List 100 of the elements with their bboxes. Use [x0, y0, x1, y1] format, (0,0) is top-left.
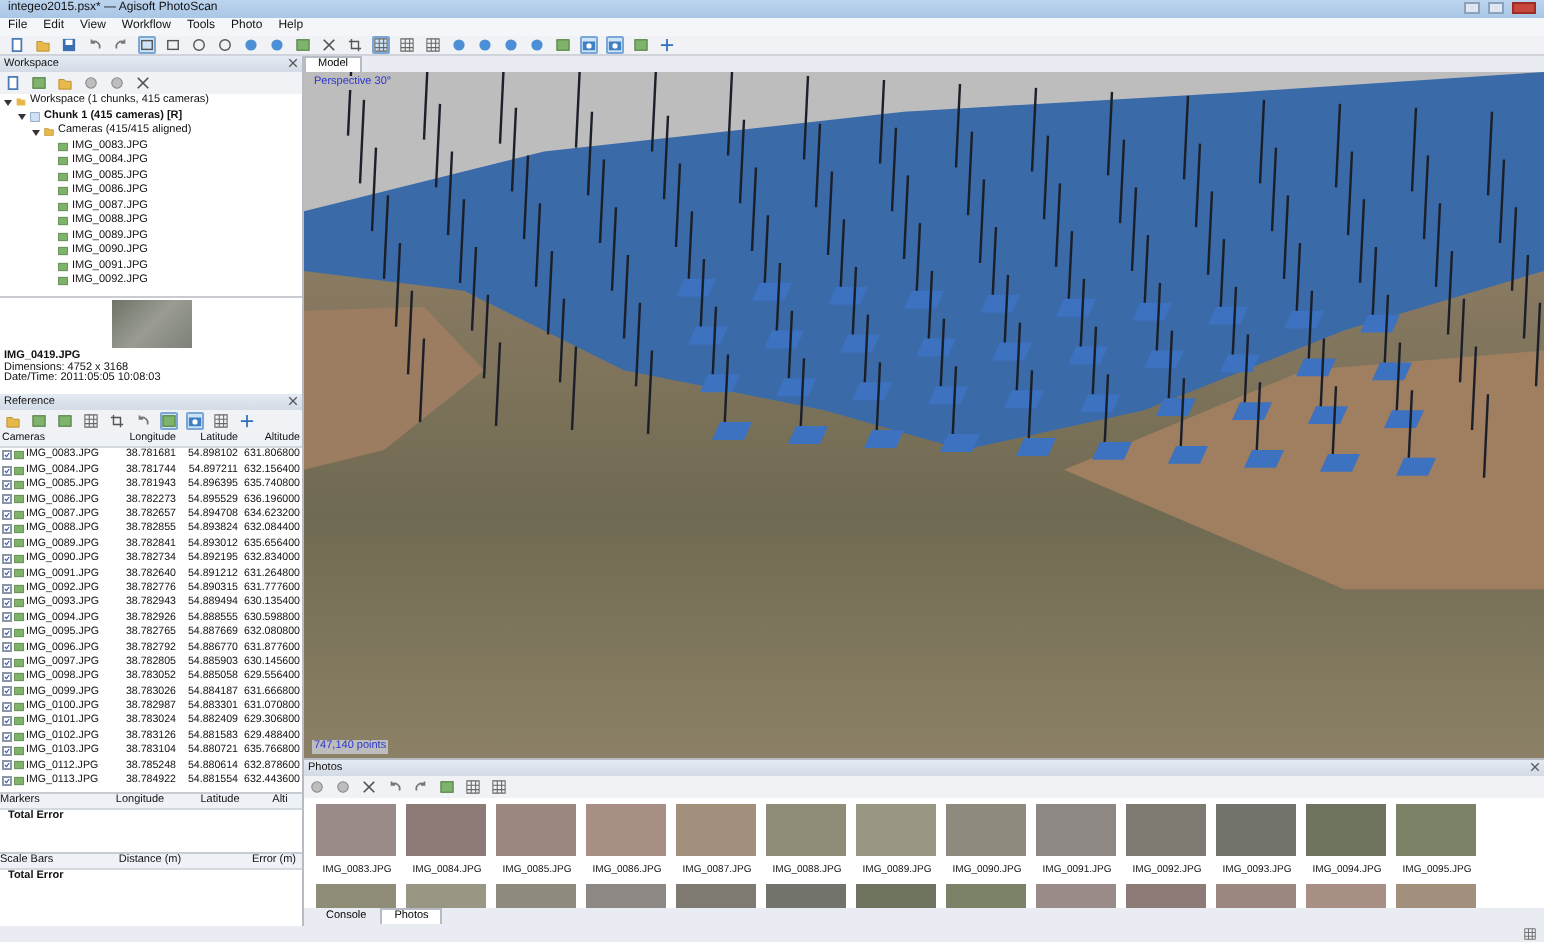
- toolbar-button[interactable]: [450, 35, 468, 54]
- toolbar-button[interactable]: [476, 35, 494, 54]
- toolbar-button[interactable]: [268, 35, 286, 54]
- photo-placeholder: [111, 299, 191, 348]
- toolbar-button[interactable]: [212, 411, 230, 430]
- folder-icon: [16, 96, 26, 107]
- toolbar-button[interactable]: [658, 35, 676, 54]
- checkbox[interactable]: [2, 716, 12, 727]
- camera-icon: [608, 37, 622, 52]
- toolbar-button[interactable]: [294, 35, 312, 54]
- checkbox[interactable]: [2, 538, 12, 549]
- toolbar-button[interactable]: [190, 35, 208, 54]
- checkbox[interactable]: [2, 657, 12, 668]
- checkbox[interactable]: [2, 731, 12, 742]
- checkbox[interactable]: [2, 701, 12, 712]
- toolbar-button[interactable]: [4, 73, 22, 92]
- toolbar-button[interactable]: [30, 411, 48, 430]
- toolbar-button[interactable]: [134, 73, 152, 92]
- checkbox[interactable]: [2, 568, 12, 579]
- toolbar-button[interactable]: [82, 411, 100, 430]
- close-icon: [288, 58, 298, 69]
- toolbar-button[interactable]: [490, 777, 508, 796]
- undo-icon: [88, 37, 102, 52]
- checkbox[interactable]: [2, 479, 12, 490]
- expanded-triangle-icon[interactable]: [4, 97, 12, 106]
- checkbox[interactable]: [2, 627, 12, 638]
- toolbar-button[interactable]: [30, 73, 48, 92]
- checkbox[interactable]: [2, 745, 12, 756]
- toolbar-button[interactable]: [502, 35, 520, 54]
- grid-icon: [466, 779, 480, 794]
- image-icon: [296, 37, 310, 52]
- close-icon: [1530, 762, 1540, 773]
- circle-icon: [218, 37, 232, 52]
- toolbar-button[interactable]: [320, 35, 338, 54]
- grid-icon: [492, 779, 506, 794]
- toolbar-button[interactable]: [112, 35, 130, 54]
- grid-icon: [400, 37, 414, 52]
- folder-icon: [58, 75, 72, 90]
- toolbar-button[interactable]: [238, 411, 256, 430]
- close-button[interactable]: [1512, 2, 1536, 15]
- toolbar-button[interactable]: [438, 777, 456, 796]
- toolbar-button[interactable]: [360, 777, 378, 796]
- folder-icon: [6, 413, 20, 428]
- folder-icon: [36, 37, 50, 52]
- folder-icon: [44, 126, 54, 137]
- checkbox[interactable]: [2, 775, 12, 786]
- checkbox[interactable]: [2, 509, 12, 520]
- undo-icon: [136, 413, 150, 428]
- checkbox[interactable]: [2, 553, 12, 564]
- checkbox[interactable]: [2, 642, 12, 653]
- checkbox[interactable]: [2, 524, 12, 535]
- checkbox[interactable]: [2, 612, 12, 623]
- toolbar-button[interactable]: [134, 411, 152, 430]
- toolbar-button[interactable]: [464, 777, 482, 796]
- image-icon: [634, 37, 648, 52]
- toolbar-button[interactable]: [424, 35, 442, 54]
- toolbar-button[interactable]: [242, 35, 260, 54]
- image-icon: [162, 413, 176, 428]
- checkbox[interactable]: [2, 686, 12, 697]
- image-icon: [440, 779, 454, 794]
- toolbar-button[interactable]: [386, 777, 404, 796]
- maximize-button[interactable]: [1488, 2, 1504, 15]
- toolbar-button[interactable]: [528, 35, 546, 54]
- close-icon: [322, 37, 336, 52]
- toolbar-button[interactable]: [346, 35, 364, 54]
- toolbar-button[interactable]: [554, 35, 572, 54]
- toolbar-button[interactable]: [398, 35, 416, 54]
- checkbox[interactable]: [2, 465, 12, 476]
- crop-icon: [110, 413, 124, 428]
- toolbar-button[interactable]: [160, 411, 178, 430]
- camera-icon: [188, 413, 202, 428]
- toolbar-button[interactable]: [164, 35, 182, 54]
- move-icon: [660, 37, 674, 52]
- minimize-button[interactable]: [1464, 2, 1480, 15]
- grid-icon: [426, 37, 440, 52]
- toolbar-button[interactable]: [216, 35, 234, 54]
- expanded-triangle-icon[interactable]: [18, 112, 26, 121]
- toolbar-button[interactable]: [60, 35, 78, 54]
- grid-icon: [84, 413, 98, 428]
- checkbox[interactable]: [2, 494, 12, 505]
- image-icon: [32, 75, 46, 90]
- checkbox[interactable]: [2, 583, 12, 594]
- checkbox[interactable]: [2, 450, 12, 461]
- grid-icon: [1524, 928, 1536, 941]
- grid-icon: [374, 37, 388, 52]
- checkbox[interactable]: [2, 671, 12, 682]
- checkbox[interactable]: [2, 598, 12, 609]
- toolbar-button[interactable]: [186, 411, 204, 430]
- circle-icon: [192, 37, 206, 52]
- toolbar-button[interactable]: [86, 35, 104, 54]
- close-icon: [136, 75, 150, 90]
- toolbar-button[interactable]: [56, 411, 74, 430]
- toolbar-button[interactable]: [412, 777, 430, 796]
- toolbar-button[interactable]: [632, 35, 650, 54]
- expanded-triangle-icon[interactable]: [32, 127, 40, 136]
- toolbar-button[interactable]: [8, 35, 26, 54]
- square-icon: [30, 111, 40, 122]
- close-icon: [288, 396, 298, 407]
- checkbox[interactable]: [2, 760, 12, 771]
- toolbar-button[interactable]: [108, 411, 126, 430]
